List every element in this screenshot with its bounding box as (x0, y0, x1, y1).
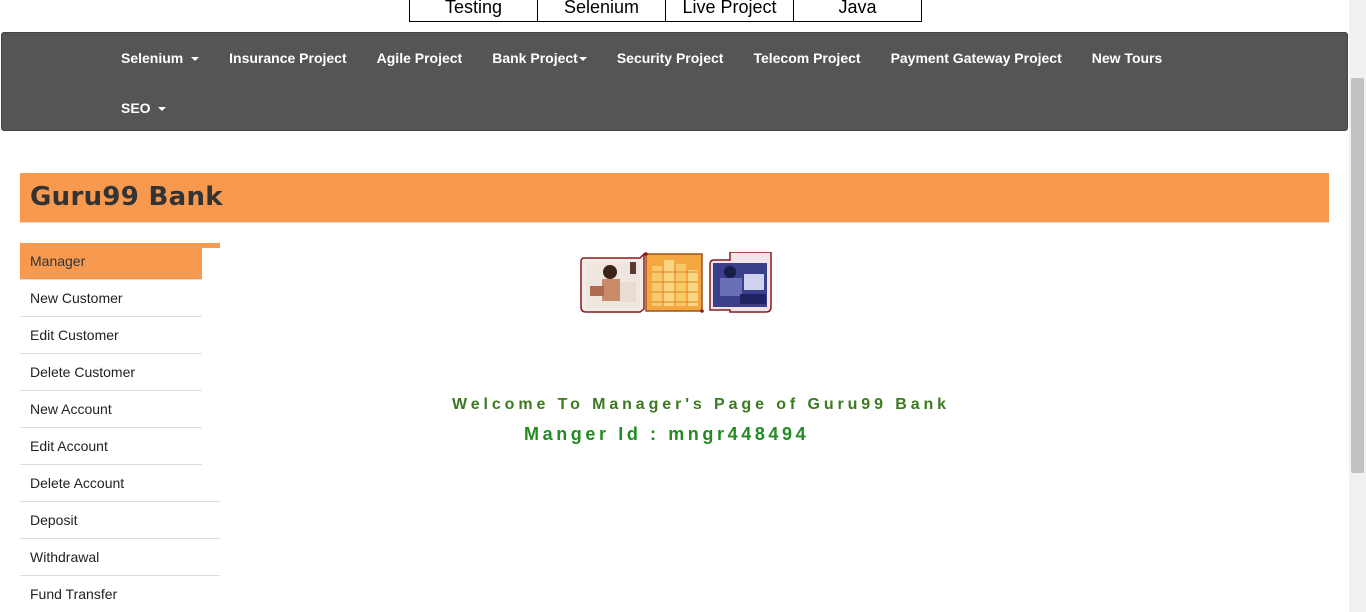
sidebar-item-withdrawal[interactable]: Withdrawal (20, 539, 220, 576)
sidebar-item-edit-account[interactable]: Edit Account (20, 428, 202, 465)
bank-header-bar: Guru99 Bank (20, 173, 1329, 223)
nav-agile-project[interactable]: Agile Project (362, 33, 478, 83)
sidebar-item-new-customer[interactable]: New Customer (20, 280, 202, 317)
manager-id-label: Manger Id : mngr448494 (524, 424, 810, 444)
nav-bank-project-label: Bank Project (492, 50, 578, 66)
sidebar-item-fund-transfer[interactable]: Fund Transfer (20, 576, 220, 612)
caret-down-icon (578, 57, 587, 62)
top-tab-testing[interactable]: Testing (410, 0, 538, 21)
navbar-row-2: SEO (106, 83, 181, 133)
nav-bank-project[interactable]: Bank Project (477, 33, 602, 83)
sidebar-menu: Manager New Customer Edit Customer Delet… (20, 243, 220, 612)
caret-down-icon (191, 57, 200, 62)
sidebar-item-deposit[interactable]: Deposit (20, 502, 220, 539)
page: Testing Selenium Live Project Java Selen… (0, 0, 1366, 612)
top-tab-live-project[interactable]: Live Project (666, 0, 794, 21)
nav-selenium-label: Selenium (121, 50, 184, 66)
sidebar-item-delete-customer[interactable]: Delete Customer (20, 354, 202, 391)
nav-telecom-project[interactable]: Telecom Project (738, 33, 875, 83)
sidebar-item-delete-account[interactable]: Delete Account (20, 465, 220, 502)
sidebar-item-new-account[interactable]: New Account (20, 391, 202, 428)
main-navbar: Selenium Insurance Project Agile Project… (1, 32, 1348, 131)
banner-photo-phone (580, 252, 645, 313)
caret-down-icon (158, 107, 167, 112)
nav-insurance-project[interactable]: Insurance Project (214, 33, 362, 83)
nav-selenium[interactable]: Selenium (106, 33, 214, 83)
bank-banner-image (580, 252, 772, 313)
banner-photo-coins (644, 252, 704, 313)
nav-security-project[interactable]: Security Project (602, 33, 739, 83)
bank-title: Guru99 Bank (30, 182, 223, 212)
navbar-row-1: Selenium Insurance Project Agile Project… (106, 33, 1177, 83)
top-tab-java[interactable]: Java (794, 0, 921, 21)
nav-seo-label: SEO (121, 100, 151, 116)
welcome-message: Welcome To Manager's Page of Guru99 Bank (452, 396, 950, 413)
vertical-scrollbar[interactable] (1349, 0, 1366, 612)
top-tab-strip: Testing Selenium Live Project Java (409, 0, 922, 22)
nav-payment-gateway-project[interactable]: Payment Gateway Project (876, 33, 1077, 83)
top-tab-selenium[interactable]: Selenium (538, 0, 666, 21)
sidebar-item-edit-customer[interactable]: Edit Customer (20, 317, 202, 354)
scrollbar-thumb[interactable] (1351, 78, 1364, 473)
nav-new-tours[interactable]: New Tours (1077, 33, 1178, 83)
nav-seo[interactable]: SEO (106, 83, 181, 133)
sidebar-item-manager[interactable]: Manager (20, 243, 202, 280)
banner-photo-computer (709, 252, 772, 313)
